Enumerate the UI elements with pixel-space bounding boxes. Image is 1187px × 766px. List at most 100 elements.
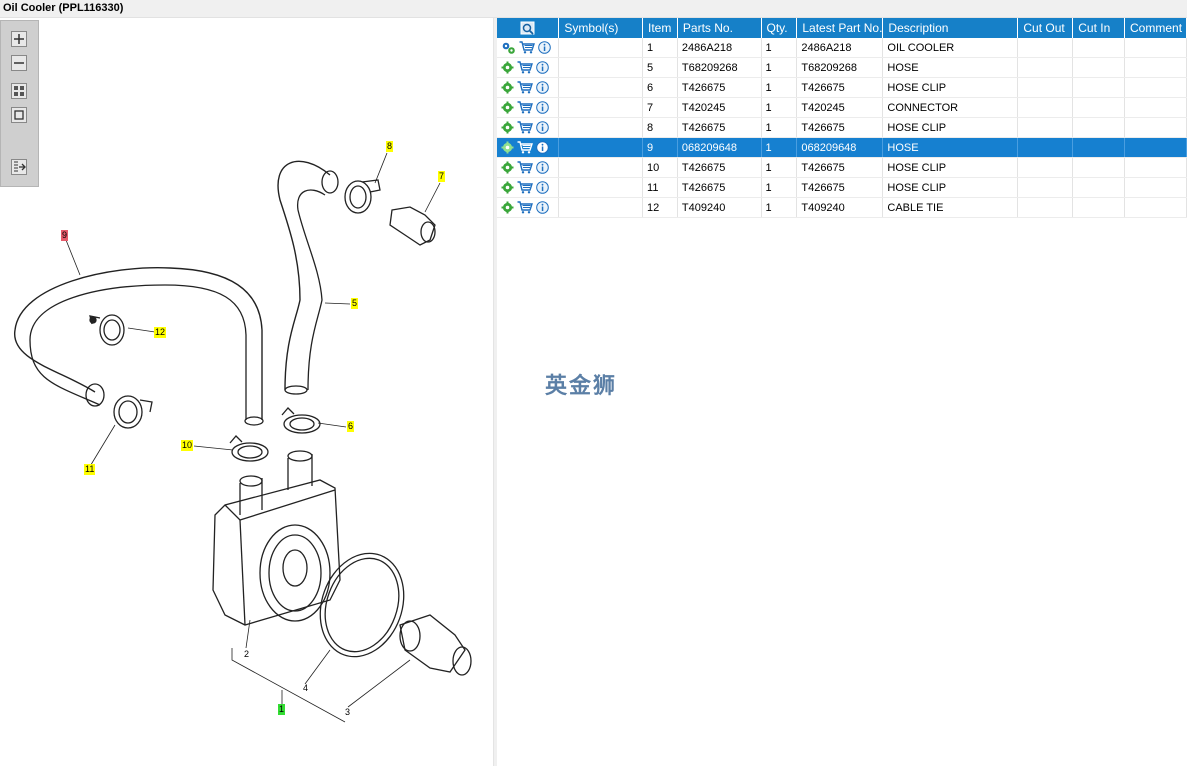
row-actions — [497, 57, 560, 78]
info-icon[interactable] — [538, 41, 551, 54]
column-header-comment[interactable]: Comment — [1124, 18, 1187, 38]
cell-item: 1 — [642, 38, 678, 58]
callout-3[interactable]: 3 — [344, 707, 351, 718]
cell-parts-no: T68209268 — [677, 57, 762, 78]
preview-search-icon[interactable] — [520, 21, 536, 36]
callout-7[interactable]: 7 — [438, 171, 446, 182]
configure-gear-icon[interactable] — [501, 81, 514, 94]
actual-size-icon[interactable] — [11, 107, 27, 123]
cell-symbols — [558, 57, 644, 78]
cell-comment — [1124, 117, 1187, 138]
table-row[interactable]: 11 T426675 1 T426675 HOSE CLIP — [497, 177, 1187, 198]
add-to-cart-icon[interactable] — [517, 81, 533, 94]
parts-table-body: 1 2486A218 1 2486A218 OIL COOLER 5 T68209268 1 T… — [497, 38, 1187, 218]
add-to-cart-icon[interactable] — [517, 161, 533, 174]
info-icon[interactable] — [536, 101, 549, 114]
callout-8[interactable]: 8 — [386, 141, 394, 152]
configure-gear-icon[interactable] — [501, 121, 514, 134]
cell-symbols — [558, 38, 644, 58]
cell-parts-no: T426675 — [677, 177, 762, 198]
column-header-latest-part-no[interactable]: Latest Part No. — [796, 18, 884, 38]
cell-parts-no: 068209648 — [677, 137, 762, 158]
cell-cut-in — [1072, 157, 1126, 178]
callout-12[interactable]: 12 — [154, 327, 167, 338]
cell-latest-part-no: T426675 — [796, 77, 884, 98]
add-to-cart-icon[interactable] — [517, 141, 533, 154]
cell-description: HOSE CLIP — [882, 157, 1019, 178]
table-row[interactable]: 12 T409240 1 T409240 CABLE TIE — [497, 197, 1187, 218]
callout-4[interactable]: 4 — [302, 683, 309, 694]
cell-description: HOSE CLIP — [882, 117, 1019, 138]
table-row[interactable]: 9 068209648 1 068209648 HOSE — [497, 137, 1187, 158]
add-to-cart-icon[interactable] — [517, 201, 533, 214]
window-title: Oil Cooler (PPL116330) — [3, 2, 124, 14]
configure-gear-icon[interactable] — [501, 61, 514, 74]
column-header-item[interactable]: Item — [642, 18, 678, 38]
export-icon[interactable] — [11, 159, 27, 175]
cell-symbols — [558, 197, 644, 218]
zoom-in-icon[interactable] — [11, 31, 27, 47]
info-icon[interactable] — [536, 121, 549, 134]
table-row[interactable]: 6 T426675 1 T426675 HOSE CLIP — [497, 77, 1187, 98]
configure-gear-icon[interactable] — [501, 161, 514, 174]
cell-qty: 1 — [761, 157, 798, 178]
info-icon[interactable] — [536, 141, 549, 154]
cell-qty: 1 — [761, 117, 798, 138]
callout-11[interactable]: 11 — [84, 464, 96, 475]
column-header-preview[interactable] — [497, 18, 560, 38]
row-actions — [497, 157, 560, 178]
add-to-cart-icon[interactable] — [517, 121, 533, 134]
cell-comment — [1124, 157, 1187, 178]
table-row[interactable]: 5 T68209268 1 T68209268 HOSE — [497, 57, 1187, 78]
zoom-out-icon[interactable] — [11, 55, 27, 71]
column-header-qty[interactable]: Qty. — [761, 18, 798, 38]
table-row[interactable]: 10 T426675 1 T426675 HOSE CLIP — [497, 157, 1187, 178]
watermark-text: 英金狮 — [545, 374, 618, 399]
callout-1[interactable]: 1 — [278, 704, 286, 715]
cell-cut-out — [1017, 117, 1074, 138]
column-header-symbols[interactable]: Symbol(s) — [558, 18, 644, 38]
configure-gear-icon[interactable] — [501, 201, 514, 214]
add-to-cart-icon[interactable] — [517, 181, 533, 194]
row-actions — [497, 77, 560, 98]
configure-gear-icon[interactable] — [501, 181, 514, 194]
column-header-cut-out[interactable]: Cut Out — [1017, 18, 1074, 38]
callout-10[interactable]: 10 — [181, 440, 194, 451]
configure-gears-icon[interactable] — [501, 41, 516, 55]
cell-cut-in — [1072, 177, 1126, 198]
connector-7-drawing — [389, 206, 436, 246]
configure-gear-icon[interactable] — [501, 101, 514, 114]
info-icon[interactable] — [536, 201, 549, 214]
callout-2[interactable]: 2 — [243, 649, 250, 660]
add-to-cart-icon[interactable] — [517, 61, 533, 74]
info-icon[interactable] — [536, 61, 549, 74]
callout-9[interactable]: 9 — [61, 230, 69, 241]
table-row[interactable]: 8 T426675 1 T426675 HOSE CLIP — [497, 117, 1187, 138]
table-header-row: Symbol(s) Item Parts No. Qty. Latest Par… — [497, 18, 1187, 38]
configure-gear-icon[interactable] — [501, 141, 514, 154]
info-icon[interactable] — [536, 181, 549, 194]
table-row[interactable]: 7 T420245 1 T420245 CONNECTOR — [497, 97, 1187, 118]
cell-item: 11 — [642, 177, 678, 198]
info-icon[interactable] — [536, 161, 549, 174]
cell-cut-out — [1017, 77, 1074, 98]
cell-description: OIL COOLER — [882, 38, 1019, 58]
cell-latest-part-no: T426675 — [796, 157, 884, 178]
callout-6[interactable]: 6 — [347, 421, 355, 432]
cell-description: CONNECTOR — [882, 97, 1019, 118]
cell-description: HOSE CLIP — [882, 177, 1019, 198]
column-header-description[interactable]: Description — [882, 18, 1019, 38]
cell-cut-in — [1072, 38, 1126, 58]
diagram-panel[interactable]: 8 7 9 5 12 6 10 11 2 4 3 1 — [0, 18, 493, 766]
cell-qty: 1 — [761, 97, 798, 118]
column-header-cut-in[interactable]: Cut In — [1072, 18, 1126, 38]
fit-all-icon[interactable] — [11, 83, 27, 99]
row-actions — [497, 137, 560, 158]
callout-5[interactable]: 5 — [351, 298, 359, 309]
add-to-cart-icon[interactable] — [519, 41, 535, 54]
table-row[interactable]: 1 2486A218 1 2486A218 OIL COOLER — [497, 38, 1187, 58]
add-to-cart-icon[interactable] — [517, 101, 533, 114]
info-icon[interactable] — [536, 81, 549, 94]
cell-cut-out — [1017, 38, 1074, 58]
column-header-parts-no[interactable]: Parts No. — [677, 18, 762, 38]
